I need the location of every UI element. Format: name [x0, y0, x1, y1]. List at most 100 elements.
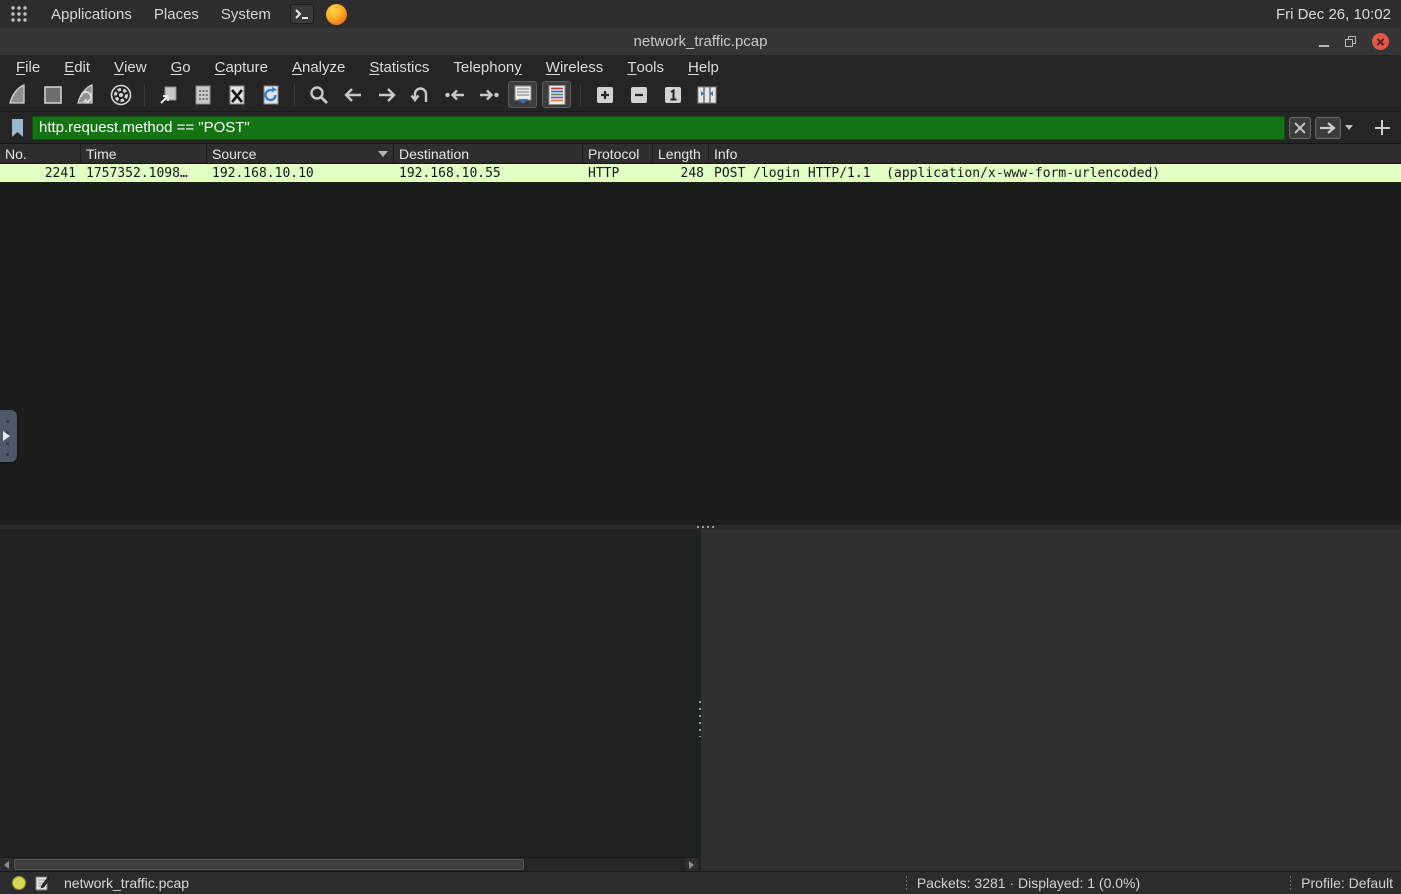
app-grid-icon[interactable]	[10, 5, 28, 23]
column-header-protocol[interactable]: Protocol	[583, 144, 653, 163]
start-capture-button[interactable]	[4, 81, 33, 108]
expand-right-icon	[3, 431, 10, 441]
column-label: Info	[714, 145, 738, 162]
menu-label: C	[214, 58, 226, 76]
profile-indicator[interactable]: Profile: Default	[1301, 875, 1393, 891]
menu-label: A	[291, 58, 302, 76]
lower-panes	[0, 528, 1401, 871]
close-file-button[interactable]	[222, 81, 251, 108]
scroll-right-icon	[689, 860, 694, 869]
column-header-info[interactable]: Info	[709, 144, 1401, 163]
menu-help[interactable]: Help	[676, 56, 731, 78]
restart-capture-button[interactable]	[72, 81, 101, 108]
scroll-left-button[interactable]	[0, 858, 13, 871]
menu-system[interactable]: System	[210, 0, 282, 28]
start-capture-icon	[8, 83, 25, 104]
go-to-packet-button[interactable]	[406, 81, 435, 108]
column-header-no[interactable]: No.	[0, 144, 81, 163]
display-filter-input[interactable]	[32, 115, 1285, 140]
column-label: Source	[212, 145, 257, 162]
display-filter-bar	[0, 112, 1401, 144]
clock[interactable]: Fri Dec 26, 10:02	[1276, 6, 1391, 23]
menu-analyze[interactable]: Analyze	[280, 56, 357, 78]
menu-wireless[interactable]: Wireless	[534, 56, 616, 78]
clear-filter-button[interactable]	[1289, 116, 1311, 139]
packet-details-pane	[0, 528, 698, 871]
scrollbar-thumb[interactable]	[14, 859, 524, 870]
menu-capture[interactable]: Capture	[203, 56, 280, 78]
menu-statistics[interactable]: Statistics	[357, 56, 441, 78]
go-forward-button[interactable]	[372, 81, 401, 108]
find-packet-button[interactable]	[304, 81, 333, 108]
vertical-splitter[interactable]	[698, 528, 701, 871]
clear-filter-icon	[1294, 121, 1306, 134]
filter-history-dropdown-icon[interactable]	[1345, 125, 1353, 130]
statusbar-separator	[905, 876, 907, 890]
packet-row[interactable]: 2241 1757352.1098… 192.168.10.10 192.168…	[0, 164, 1401, 182]
reload-file-button[interactable]	[256, 81, 285, 108]
window-title-bar[interactable]: network_traffic.pcap	[0, 28, 1401, 56]
go-last-packet-icon	[479, 89, 499, 100]
pane-drag-handle[interactable]	[0, 410, 17, 462]
column-header-source[interactable]: Source	[207, 144, 394, 163]
packet-protocol-cell: HTTP	[588, 165, 620, 181]
resize-columns-icon	[697, 86, 716, 103]
toolbar-separator	[580, 83, 581, 106]
scroll-right-button[interactable]	[685, 858, 698, 871]
menu-view[interactable]: View	[102, 56, 159, 78]
minimize-button[interactable]	[1319, 44, 1329, 47]
auto-scroll-button[interactable]	[508, 81, 537, 108]
go-back-icon	[343, 87, 361, 102]
window-controls	[1319, 33, 1401, 50]
window-title: network_traffic.pcap	[633, 33, 768, 50]
add-filter-button[interactable]	[1369, 115, 1395, 141]
apply-filter-icon	[1320, 121, 1336, 134]
menu-label: ile	[25, 58, 41, 76]
zoom-original-button[interactable]	[658, 81, 687, 108]
resize-columns-button[interactable]	[692, 81, 721, 108]
details-horizontal-scrollbar[interactable]	[0, 857, 698, 871]
app-menu-bar: File Edit View Go Capture Analyze Statis…	[0, 56, 1401, 78]
main-toolbar	[0, 78, 1401, 112]
apply-filter-button[interactable]	[1315, 116, 1341, 139]
menu-label: ireless	[559, 58, 604, 76]
plus-icon	[1374, 120, 1390, 135]
colorize-packets-button[interactable]	[542, 81, 571, 108]
menu-label: elp	[698, 58, 719, 76]
packet-bytes-pane[interactable]	[701, 528, 1401, 871]
packet-details-view[interactable]	[0, 529, 698, 858]
packet-count-summary: Packets: 3281 · Displayed: 1 (0.0%)	[916, 875, 1141, 891]
open-file-button[interactable]	[154, 81, 183, 108]
status-bar: network_traffic.pcap Packets: 3281 · Dis…	[0, 871, 1401, 894]
splitter-grip-icon	[697, 525, 715, 528]
zoom-out-button[interactable]	[624, 81, 653, 108]
go-last-packet-button[interactable]	[474, 81, 503, 108]
menu-edit[interactable]: Edit	[52, 56, 102, 78]
expert-info-icon[interactable]	[12, 876, 26, 890]
menu-label: y	[514, 58, 522, 76]
menu-label: tatistics	[379, 58, 430, 76]
menu-tools[interactable]: Tools	[615, 56, 676, 78]
restore-button[interactable]	[1345, 36, 1356, 47]
capture-options-button[interactable]	[106, 81, 135, 108]
go-first-packet-button[interactable]	[440, 81, 469, 108]
close-button[interactable]	[1372, 33, 1389, 50]
column-header-destination[interactable]: Destination	[394, 144, 583, 163]
column-header-length[interactable]: Length	[653, 144, 709, 163]
firefox-launcher-icon[interactable]	[325, 3, 347, 25]
capture-comment-icon[interactable]	[34, 875, 50, 891]
menu-go[interactable]: Go	[159, 56, 203, 78]
zoom-in-button[interactable]	[590, 81, 619, 108]
filter-bookmark-button[interactable]	[6, 116, 28, 140]
column-label: Protocol	[588, 145, 640, 162]
menu-telephony[interactable]: Telephon y	[441, 56, 533, 78]
column-header-time[interactable]: Time	[81, 144, 207, 163]
terminal-launcher-icon[interactable]	[289, 4, 314, 24]
menu-applications[interactable]: Applications	[40, 0, 143, 28]
stop-capture-button[interactable]	[38, 81, 67, 108]
menu-places[interactable]: Places	[143, 0, 210, 28]
go-back-button[interactable]	[338, 81, 367, 108]
capture-file-name[interactable]: network_traffic.pcap	[64, 875, 189, 891]
save-file-button[interactable]	[188, 81, 217, 108]
menu-file[interactable]: File	[4, 56, 52, 78]
